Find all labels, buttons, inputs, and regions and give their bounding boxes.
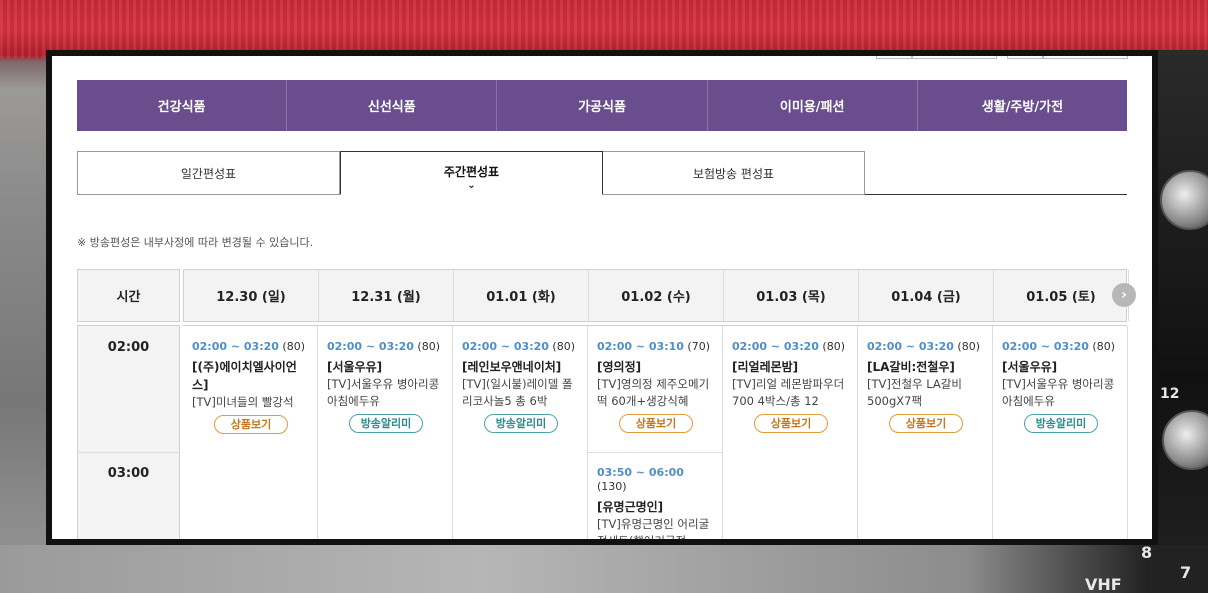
day-column: 02:00 ~ 03:20 (80) [서울우유] [TV]서울우유 병아리콩 … [993,326,1128,539]
program-cell: 02:00 ~ 03:20 (80) [(주)에이치엘사이언스] [TV]미녀들… [183,340,317,434]
day-header: 01.01 (화) [454,270,589,321]
tab-label: 일간편성표 [180,166,237,181]
program-title[interactable]: [TV]리얼 레몬밤파우더 700 4박스/총 12 [732,376,850,410]
category-processed-food[interactable]: 가공식품 [497,80,708,131]
schedule-tabs: 일간편성표 주간편성표 ⌄ 보험방송 편성표 [77,151,1127,195]
day-header: 01.02 (수) [589,270,724,321]
tab-daily-schedule[interactable]: 일간편성표 [77,151,340,195]
program-brand[interactable]: [LA갈비:전철우] [867,358,985,376]
day-column: 02:00 ~ 03:10 (70) [영의정] [TV]영의정 제주오메기떡 … [588,326,723,539]
day-column: 02:00 ~ 03:20 (80) [서울우유] [TV]서울우유 병아리콩 … [318,326,453,539]
program-time: 02:00 ~ 03:20 (80) [1002,340,1115,353]
day-header: 12.31 (월) [319,270,454,321]
time-divider [78,452,179,453]
category-nav: 건강식품 신선식품 가공식품 이미용/패션 생활/주방/가전 [77,80,1127,131]
time-column: 02:00 03:00 [77,325,180,539]
program-time: 02:00 ~ 03:20 (80) [867,340,980,353]
day-column: 02:00 ~ 03:20 (80) [레인보우앤네이처] [TV](일시불)레… [453,326,588,539]
category-health-food[interactable]: 건강식품 [77,80,288,131]
program-cell: 02:00 ~ 03:20 (80) [LA갈비:전철우] [TV]전철우 LA… [858,340,992,433]
program-cell: 02:00 ~ 03:20 (80) [서울우유] [TV]서울우유 병아리콩 … [318,340,452,433]
broadcast-alarm-button[interactable]: 방송알리미 [1024,414,1098,433]
program-columns: 02:00 ~ 03:20 (80) [(주)에이치엘사이언스] [TV]미녀들… [183,325,1128,539]
day-header-row: 12.30 (일) 12.31 (월) 01.01 (화) 01.02 (수) … [183,269,1129,322]
schedule-notice: ※ 방송편성은 내부사정에 따라 변경될 수 있습니다. [77,236,314,249]
dial-label: 12 [1160,386,1180,402]
next-week-button[interactable]: › [1112,283,1136,307]
program-time: 02:00 ~ 03:10 (70) [597,340,710,353]
chevron-down-icon: ⌄ [467,179,476,191]
program-divider [588,452,722,453]
broadcast-alarm-button[interactable]: 방송알리미 [484,414,558,433]
program-brand[interactable]: [서울우유] [1002,358,1120,376]
program-time: 02:00 ~ 03:20 (80) [732,340,845,353]
program-time: 02:00 ~ 03:20 (80) [192,340,305,353]
dial-label: 8 [1141,543,1153,562]
tab-label: 주간편성표 [443,164,500,179]
program-title[interactable]: [TV]서울우유 병아리콩 아침에두유 [327,376,445,410]
program-cell: 03:50 ~ 06:00 (130) [유명근명인] [TV]유명근명인 어리… [588,466,722,539]
category-beauty-fashion[interactable]: 이미용/패션 [708,80,918,131]
category-fresh-food[interactable]: 신선식품 [287,80,498,131]
program-cell: 02:00 ~ 03:20 (80) [리얼레몬밤] [TV]리얼 레몬밤파우더… [723,340,857,433]
program-brand[interactable]: [리얼레몬밤] [732,358,850,376]
view-product-button[interactable]: 상품보기 [754,414,828,433]
day-column: 02:00 ~ 03:20 (80) [리얼레몬밤] [TV]리얼 레몬밤파우더… [723,326,858,539]
view-product-button[interactable]: 상품보기 [619,414,693,433]
day-header: 01.04 (금) [859,270,994,321]
program-time: 02:00 ~ 03:20 (80) [462,340,575,353]
tab-insurance-schedule[interactable]: 보험방송 편성표 [602,151,865,195]
time-slot: 02:00 [107,340,150,355]
web-page: 건강식품 신선식품 가공식품 이미용/패션 생활/주방/가전 일간편성표 주간편… [52,56,1152,539]
day-header: 01.03 (목) [724,270,859,321]
program-cell: 02:00 ~ 03:20 (80) [레인보우앤네이처] [TV](일시불)레… [453,340,587,433]
tab-label: 보험방송 편성표 [692,166,775,181]
day-column: 02:00 ~ 03:20 (80) [LA갈비:전철우] [TV]전철우 LA… [858,326,993,539]
time-header: 시간 [77,269,180,322]
weekly-schedule-grid: 시간 12.30 (일) 12.31 (월) 01.01 (화) 01.02 (… [77,269,1136,539]
program-brand[interactable]: [레인보우앤네이처] [462,358,580,376]
program-cell: 02:00 ~ 03:20 (80) [서울우유] [TV]서울우유 병아리콩 … [993,340,1127,433]
program-title[interactable]: [TV]전철우 LA갈비 500gX7팩 [867,376,985,410]
category-living-kitchen[interactable]: 생활/주방/가전 [918,80,1127,131]
view-product-button[interactable]: 상품보기 [889,414,963,433]
program-brand[interactable]: [영의정] [597,358,715,376]
program-time: 03:50 ~ 06:00 (130) [597,466,684,493]
program-brand[interactable]: [(주)에이치엘사이언스] [192,358,310,394]
chevron-right-icon: › [1121,287,1127,303]
day-header: 12.30 (일) [184,270,319,321]
day-header: 01.05 (토) [994,270,1129,321]
dial-label: VHF [1085,575,1122,593]
program-title[interactable]: [TV]서울우유 병아리콩 아침에두유 [1002,376,1120,410]
broadcast-alarm-button[interactable]: 방송알리미 [349,414,423,433]
bottom-surface [0,545,1208,593]
program-brand[interactable]: [유명근명인] [597,498,715,516]
time-slot: 03:00 [107,466,150,481]
view-product-button[interactable]: 상품보기 [214,415,288,434]
dial-label: 7 [1180,563,1192,582]
program-title[interactable]: [TV](일시불)레이델 폴리코사놀5 총 6박 [462,376,580,410]
day-column: 02:00 ~ 03:20 (80) [(주)에이치엘사이언스] [TV]미녀들… [183,326,318,539]
program-title[interactable]: [TV]미녀들의 빨강석 [192,394,310,411]
program-title[interactable]: [TV]영의정 제주오메기떡 60개+생강식혜 [597,376,715,410]
program-title[interactable]: [TV]유명근명인 어리굴젓세트(햇어리굴젓 [597,516,715,539]
program-brand[interactable]: [서울우유] [327,358,445,376]
header-remnant [52,56,1152,60]
program-cell: 02:00 ~ 03:10 (70) [영의정] [TV]영의정 제주오메기떡 … [588,340,722,433]
program-time: 02:00 ~ 03:20 (80) [327,340,440,353]
tab-weekly-schedule[interactable]: 주간편성표 ⌄ [340,151,603,195]
